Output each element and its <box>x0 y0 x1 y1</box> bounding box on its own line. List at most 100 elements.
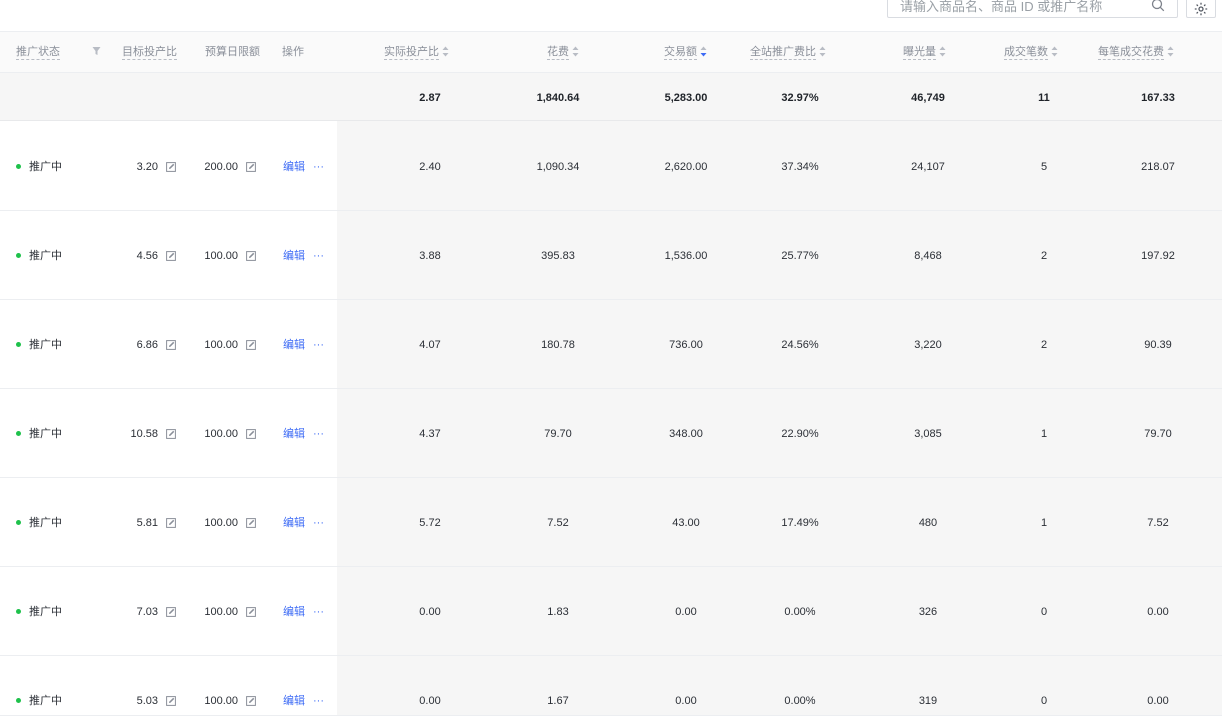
search-icon[interactable] <box>1151 0 1165 12</box>
toolbar <box>0 0 1222 30</box>
orders-value: 0 <box>1040 606 1048 618</box>
target-roi-edit[interactable] <box>161 338 176 356</box>
edit-link[interactable]: 编辑 <box>283 161 305 173</box>
edit-icon[interactable] <box>246 517 256 528</box>
edit-link[interactable]: 编辑 <box>283 695 305 707</box>
status-label: 推广中 <box>29 339 62 351</box>
site-ratio-value: 0.00% <box>784 695 816 707</box>
budget-edit[interactable] <box>241 427 256 445</box>
sort-icon[interactable] <box>442 46 449 57</box>
budget-edit[interactable] <box>241 605 256 623</box>
budget-edit[interactable] <box>241 694 256 712</box>
table-row: 推广中 3.20 200.00 编辑 ··· 2.40 1,090.34 2,620.00 37… <box>0 122 1222 211</box>
target-roi-value: 3.20 <box>136 161 158 173</box>
more-icon[interactable]: ··· <box>313 161 324 173</box>
site-ratio-value: 24.56% <box>781 339 819 351</box>
header-cost[interactable]: 花费 <box>547 32 579 72</box>
edit-icon[interactable] <box>166 339 176 350</box>
edit-link[interactable]: 编辑 <box>283 339 305 351</box>
cost-per-order-value: 7.52 <box>1147 517 1169 529</box>
edit-icon[interactable] <box>166 428 176 439</box>
site-ratio-value: 37.34% <box>781 161 819 173</box>
budget-edit[interactable] <box>241 249 256 267</box>
target-roi-edit[interactable] <box>161 427 176 445</box>
status-cell: 推广中 <box>16 427 62 441</box>
orders-value: 2 <box>1040 339 1048 351</box>
site-ratio-value: 25.77% <box>781 250 819 262</box>
orders-value: 0 <box>1040 695 1048 707</box>
settings-icon <box>1194 2 1208 16</box>
sort-icon[interactable] <box>1167 46 1174 57</box>
impressions-value: 480 <box>918 517 938 529</box>
search-box <box>887 0 1178 18</box>
budget-edit[interactable] <box>241 160 256 178</box>
table-row: 推广中 5.81 100.00 编辑 ··· 5.72 7.52 43.00 17.49% 480… <box>0 478 1222 567</box>
search-input[interactable] <box>900 0 1140 15</box>
edit-link[interactable]: 编辑 <box>283 250 305 262</box>
cost-value: 1.83 <box>547 606 569 618</box>
edit-icon[interactable] <box>246 695 256 706</box>
action-cell: 编辑 ··· <box>283 249 324 263</box>
status-dot-icon <box>16 430 21 436</box>
more-icon[interactable]: ··· <box>313 517 324 529</box>
sort-icon[interactable] <box>572 46 579 57</box>
cost-value: 180.78 <box>541 339 575 351</box>
impressions-value: 3,085 <box>914 428 942 440</box>
target-roi-edit[interactable] <box>161 160 176 178</box>
edit-link[interactable]: 编辑 <box>283 606 305 618</box>
more-icon[interactable]: ··· <box>313 428 324 440</box>
cost-value: 1.67 <box>547 695 569 707</box>
header-cost-per-order[interactable]: 每笔成交花费 <box>1098 32 1174 72</box>
edit-icon[interactable] <box>246 428 256 439</box>
edit-icon[interactable] <box>166 695 176 706</box>
target-roi-edit[interactable] <box>161 516 176 534</box>
header-target-roi[interactable]: 目标投产比 <box>122 32 177 72</box>
edit-icon[interactable] <box>166 250 176 261</box>
target-roi-edit[interactable] <box>161 605 176 623</box>
edit-icon[interactable] <box>246 339 256 350</box>
edit-icon[interactable] <box>166 606 176 617</box>
filter-icon[interactable] <box>92 46 101 56</box>
sort-icon[interactable] <box>939 46 946 57</box>
header-gmv[interactable]: 交易额 <box>664 32 707 72</box>
cost-per-order-value: 197.92 <box>1141 250 1175 262</box>
more-icon[interactable]: ··· <box>313 606 324 618</box>
impressions-value: 319 <box>918 695 938 707</box>
edit-link[interactable]: 编辑 <box>283 517 305 529</box>
budget-edit[interactable] <box>241 516 256 534</box>
status-label: 推广中 <box>29 606 62 618</box>
gmv-value: 0.00 <box>675 695 697 707</box>
table-row: 推广中 5.03 100.00 编辑 ··· 0.00 1.67 0.00 0.00% 319 0 0… <box>0 656 1222 716</box>
action-cell: 编辑 ··· <box>283 338 324 352</box>
edit-icon[interactable] <box>246 250 256 261</box>
orders-value: 2 <box>1040 250 1048 262</box>
header-impressions[interactable]: 曝光量 <box>903 32 946 72</box>
settings-button[interactable] <box>1186 0 1216 18</box>
edit-link[interactable]: 编辑 <box>283 428 305 440</box>
sort-icon[interactable] <box>819 46 826 57</box>
actual-roi-value: 5.72 <box>419 517 441 529</box>
header-orders[interactable]: 成交笔数 <box>1004 32 1058 72</box>
cost-value: 7.52 <box>547 517 569 529</box>
more-icon[interactable]: ··· <box>313 695 324 707</box>
budget-edit[interactable] <box>241 338 256 356</box>
actual-roi-value: 4.07 <box>419 339 441 351</box>
header-actual-roi[interactable]: 实际投产比 <box>384 32 449 72</box>
sort-icon[interactable] <box>1051 46 1058 57</box>
site-ratio-value: 17.49% <box>781 517 819 529</box>
edit-icon[interactable] <box>246 606 256 617</box>
header-status[interactable]: 推广状态 <box>16 32 60 72</box>
target-roi-edit[interactable] <box>161 249 176 267</box>
edit-icon[interactable] <box>166 161 176 172</box>
site-ratio-value: 22.90% <box>781 428 819 440</box>
impressions-value: 3,220 <box>914 339 942 351</box>
status-dot-icon <box>16 697 21 703</box>
status-dot-icon <box>16 163 21 169</box>
header-site-ratio[interactable]: 全站推广费比 <box>750 32 826 72</box>
target-roi-edit[interactable] <box>161 694 176 712</box>
sort-desc-active-icon[interactable] <box>700 46 707 57</box>
edit-icon[interactable] <box>166 517 176 528</box>
more-icon[interactable]: ··· <box>313 250 324 262</box>
more-icon[interactable]: ··· <box>313 339 324 351</box>
edit-icon[interactable] <box>246 161 256 172</box>
